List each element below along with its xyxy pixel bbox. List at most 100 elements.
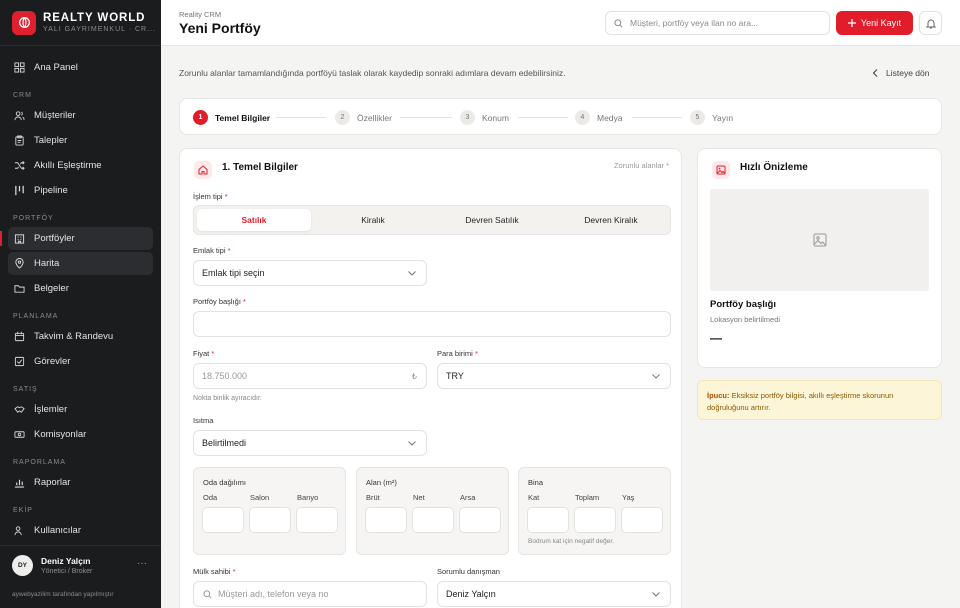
tab-devren-satilik[interactable]: Devren Satılık [435, 209, 549, 231]
tab-devren-kiralik[interactable]: Devren Kiralık [554, 209, 668, 231]
fiyat-label: Fiyat * [193, 349, 215, 358]
para-birimi-select[interactable]: TRY [437, 363, 671, 389]
sidebar-item-takvim[interactable]: Takvim & Randevu [8, 325, 153, 348]
sidebar-item-pipeline[interactable]: Pipeline [8, 179, 153, 202]
sidebar-nav: Ana Panel CRM Müşteriler Talepler Akıllı… [0, 46, 161, 542]
calendar-icon [14, 331, 25, 342]
sidebar-item-label: Görevler [34, 356, 71, 367]
brut-input[interactable] [365, 507, 407, 533]
field-label: Salon [250, 493, 270, 502]
field-label: Net [413, 493, 425, 502]
mulk-sahibi-input[interactable]: Müşteri adı, telefon veya no [193, 581, 427, 607]
nav-section-title: SATIŞ [13, 386, 38, 393]
brand[interactable]: REALTY WORLD YALI GAYRIMENKUL · CR... [0, 0, 161, 46]
nav-section-title: PORTFÖY [13, 215, 54, 222]
tab-satilik[interactable]: Satılık [197, 209, 311, 231]
step-temel-bilgiler[interactable]: 1 Temel Bilgiler [193, 110, 270, 125]
sorumlu-danisman-select[interactable]: Deniz Yalçın [437, 581, 671, 607]
sidebar-item-talepler[interactable]: Talepler [8, 129, 153, 152]
tab-kiralik[interactable]: Kiralık [316, 209, 430, 231]
avatar: DY [12, 555, 33, 576]
user-name: Deniz Yalçın [41, 556, 91, 566]
page-title: Yeni Portföy [179, 20, 261, 36]
info-text: Zorunlu alanlar tamamlandığında portföyü… [179, 68, 566, 78]
sidebar-item-akilli-eslestirme[interactable]: Akıllı Eşleştirme [8, 154, 153, 177]
bina-group: Bina Kat Toplam Yaş Bodrum kat için nega… [518, 467, 671, 555]
step-label: Temel Bilgiler [215, 112, 271, 123]
user-role: Yönetici / Broker [41, 568, 93, 575]
form-card: 1. Temel Bilgiler Zorunlu alanlar * İşle… [179, 148, 682, 608]
sidebar-item-harita[interactable]: Harita [8, 252, 153, 275]
label-text: Para birimi [437, 349, 473, 358]
portfoy-basligi-input[interactable] [193, 311, 671, 337]
sidebar-item-islemler[interactable]: İşlemler [8, 398, 153, 421]
yas-input[interactable] [621, 507, 663, 533]
sidebar-item-portfoyler[interactable]: Portföyler [0, 227, 153, 250]
section-title: 1. Temel Bilgiler [222, 162, 298, 173]
sidebar-item-label: Pipeline [34, 185, 68, 196]
sidebar-item-raporlar[interactable]: Raporlar [8, 471, 153, 494]
label-text: Portföy başlığı [193, 297, 241, 306]
step-connector [518, 117, 568, 118]
image-placeholder-icon [813, 233, 826, 247]
search-placeholder: Müşteri, portföy veya ilan no ara... [630, 18, 759, 28]
checklist-icon [14, 356, 25, 367]
chevron-down-icon [652, 592, 660, 597]
step-connector [632, 117, 682, 118]
top-bar: Reality CRM Yeni Portföy Müşteri, portfö… [161, 0, 960, 46]
salon-input[interactable] [249, 507, 291, 533]
sidebar-item-gorevler[interactable]: Görevler [8, 350, 153, 373]
select-value: Emlak tipi seçin [202, 268, 265, 278]
portfoy-basligi-label: Portföy başlığı * [193, 297, 246, 306]
chevron-left-icon [872, 69, 878, 77]
step-label: Konum [482, 112, 509, 123]
isitma-select[interactable]: Belirtilmedi [193, 430, 427, 456]
building-icon [14, 234, 25, 244]
image-icon [712, 161, 730, 179]
brand-subtitle: YALI GAYRIMENKUL · CR... [43, 26, 155, 33]
banyo-input[interactable] [296, 507, 338, 533]
oda-input[interactable] [202, 507, 244, 533]
field-label: Oda [203, 493, 218, 502]
step-label: Medya [597, 112, 623, 123]
sidebar-item-label: İşlemler [34, 404, 68, 415]
back-label: Listeye dön [886, 68, 930, 78]
step-connector [400, 117, 452, 118]
sidebar-item-label: Kullanıcılar [34, 525, 81, 536]
brand-logo-icon [12, 10, 36, 35]
brand-name: REALTY WORLD [43, 12, 146, 24]
emlak-tipi-select[interactable]: Emlak tipi seçin [193, 260, 427, 286]
sidebar-item-komisyonlar[interactable]: Komisyonlar [8, 423, 153, 446]
notifications-button[interactable] [919, 11, 942, 35]
fiyat-placeholder: 18.750.000 [202, 371, 248, 381]
step-konum[interactable]: 3 Konum [460, 110, 509, 125]
step-label: Yayın [712, 112, 734, 123]
user-profile[interactable]: DY Deniz Yalçın Yönetici / Broker ··· [0, 545, 161, 585]
sidebar-item-label: Talepler [34, 135, 68, 146]
select-value: TRY [446, 371, 464, 381]
step-medya[interactable]: 4 Medya [575, 110, 623, 125]
currency-symbol: ₺ [411, 372, 417, 381]
toplam-input[interactable] [574, 507, 616, 533]
step-ozellikler[interactable]: 2 Özellikler [335, 110, 392, 125]
nav-section-title: RAPORLAMA [13, 459, 66, 466]
home-icon [194, 161, 212, 179]
fiyat-input[interactable]: 18.750.000 ₺ [193, 363, 427, 389]
net-input[interactable] [412, 507, 454, 533]
new-record-button[interactable]: Yeni Kayıt [836, 11, 913, 35]
back-to-list-link[interactable]: Listeye dön [872, 68, 929, 78]
alan-group: Alan (m²) Brüt Net Arsa [356, 467, 509, 555]
sidebar-item-belgeler[interactable]: Belgeler [8, 277, 153, 300]
kat-input[interactable] [527, 507, 569, 533]
sidebar-item-musteriler[interactable]: Müşteriler [8, 104, 153, 127]
field-label: Banyo [297, 493, 319, 502]
folder-icon [14, 285, 25, 293]
search-input[interactable]: Müşteri, portföy veya ilan no ara... [605, 11, 830, 35]
sidebar-item-kullanicilar[interactable]: Kullanıcılar [8, 519, 153, 542]
sidebar-item-ana-panel[interactable]: Ana Panel [8, 56, 153, 79]
arsa-input[interactable] [459, 507, 501, 533]
more-options-icon[interactable]: ··· [137, 558, 147, 569]
pipeline-icon [15, 185, 24, 196]
field-label: Arsa [460, 493, 476, 502]
step-yayin[interactable]: 5 Yayın [690, 110, 733, 125]
